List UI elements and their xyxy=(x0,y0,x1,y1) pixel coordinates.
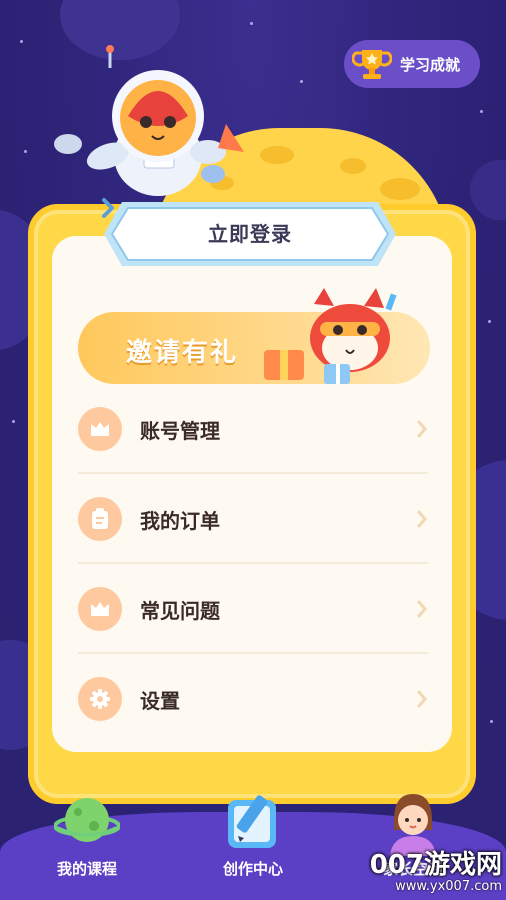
question-icon xyxy=(78,587,122,631)
menu-item-orders[interactable]: 我的订单 xyxy=(78,474,430,564)
chevron-right-icon xyxy=(102,198,114,218)
astronaut-mascot xyxy=(54,45,244,196)
tab-label: 我的课程 xyxy=(56,860,117,878)
watermark-title: 007游戏网 xyxy=(369,850,502,880)
login-button[interactable]: 立即登录 xyxy=(100,196,400,272)
achievement-label: 学习成就 xyxy=(400,55,461,74)
site-watermark: 007游戏网 www.yx007.com xyxy=(370,851,502,894)
gear-icon xyxy=(78,677,122,721)
tab-my-courses[interactable]: 我的课程 xyxy=(32,790,142,900)
chevron-right-icon xyxy=(417,420,427,438)
achievement-button[interactable]: 学习成就 xyxy=(344,40,480,88)
planet-icon xyxy=(54,798,120,842)
fox-mascot-icon xyxy=(264,288,397,384)
invite-label: 邀请有礼 xyxy=(126,338,239,368)
tab-creation-center[interactable]: 创作中心 xyxy=(198,790,308,900)
menu-item-label: 我的订单 xyxy=(140,508,220,533)
user-icon xyxy=(78,407,122,451)
menu-item-label: 账号管理 xyxy=(140,418,220,443)
menu-item-label: 设置 xyxy=(140,688,180,713)
planet-decoration xyxy=(470,160,506,220)
tab-label: 创作中心 xyxy=(222,860,283,878)
trophy-icon xyxy=(352,50,392,79)
parent-icon xyxy=(390,794,436,856)
menu-item-faq[interactable]: 常见问题 xyxy=(78,564,430,654)
watermark-url: www.yx007.com xyxy=(395,879,502,894)
chevron-right-icon xyxy=(417,510,427,528)
chevron-right-icon xyxy=(417,690,427,708)
pencil-icon xyxy=(228,795,276,848)
menu-item-account[interactable]: 账号管理 xyxy=(78,384,430,474)
menu-item-label: 常见问题 xyxy=(140,598,220,623)
menu-item-settings[interactable]: 设置 xyxy=(78,654,430,744)
chevron-right-icon xyxy=(417,600,427,618)
login-label: 立即登录 xyxy=(208,222,292,246)
clipboard-icon xyxy=(78,497,122,541)
